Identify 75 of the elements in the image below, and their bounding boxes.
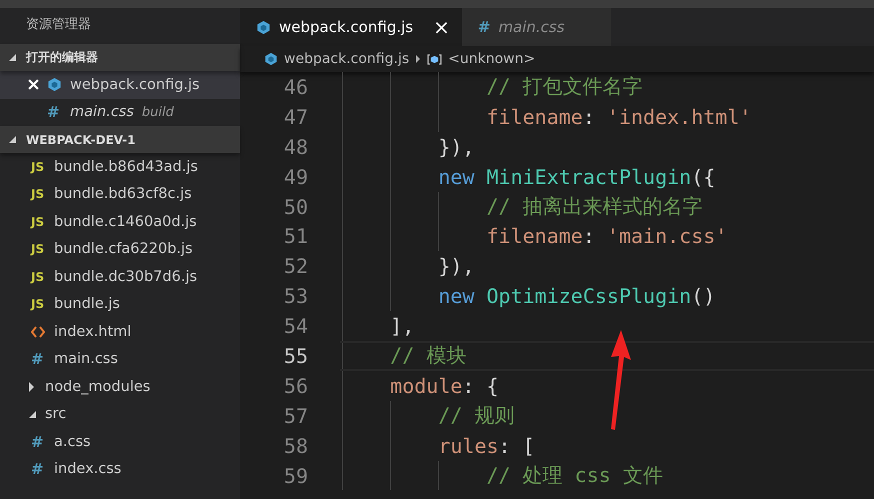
code-line: }),	[437, 134, 474, 159]
hash-icon: #	[31, 350, 44, 368]
breadcrumb-item[interactable]: webpack.config.js	[284, 51, 410, 67]
line-number: 50	[282, 194, 308, 218]
code-line: // 规则	[437, 402, 514, 430]
code-line: // 抽离出来样式的名字	[485, 193, 703, 220]
angle-brackets-icon	[31, 326, 45, 338]
cube-icon	[47, 77, 62, 92]
symbol-icon	[427, 54, 442, 64]
line-number: 46	[282, 74, 308, 99]
file-item[interactable]: JS bundle.cfa6220b.js	[0, 236, 240, 263]
code-line: filename: 'index.html'	[485, 104, 752, 129]
folder-item[interactable]: src	[0, 400, 240, 428]
file-description: build	[142, 104, 174, 120]
line-number: 53	[282, 284, 308, 308]
file-item[interactable]: # index.css	[0, 456, 240, 483]
editor-tab[interactable]: # main.css	[462, 8, 611, 46]
js-icon: JS	[31, 297, 44, 312]
code-line: rules: [	[437, 434, 535, 458]
chevron-icon	[415, 54, 422, 64]
line-number: 48	[282, 134, 308, 159]
code-line: module: {	[389, 374, 499, 398]
hash-icon: #	[47, 103, 62, 122]
line-number: 58	[282, 434, 308, 458]
tab-label: main.css	[498, 18, 565, 36]
line-number: 56	[282, 374, 308, 398]
line-number: 57	[282, 404, 308, 428]
file-item[interactable]: JS bundle.dc30b7d6.js	[0, 263, 240, 290]
code-line: filename: 'main.css'	[485, 224, 728, 248]
line-number: 54	[282, 314, 308, 338]
code-line: new MiniExtractPlugin({	[437, 164, 716, 189]
js-icon: JS	[31, 242, 44, 256]
code-line: // 处理 css 文件	[485, 462, 663, 490]
file-item[interactable]: # main.css	[0, 346, 240, 373]
file-name: main.css	[70, 104, 134, 120]
section-header[interactable]: 打开的编辑器	[0, 44, 240, 71]
file-item[interactable]: # a.css	[0, 428, 240, 456]
cube-icon	[256, 20, 271, 34]
open-editor-item[interactable]: # main.css build	[0, 98, 240, 126]
close-icon[interactable]	[28, 79, 39, 90]
tab-label: webpack.config.js	[279, 18, 414, 36]
hash-icon: #	[31, 432, 44, 451]
hash-icon: #	[478, 18, 490, 36]
sidebar-title: 资源管理器	[25, 16, 92, 34]
line-number: 52	[282, 254, 308, 278]
line-number: 49	[282, 164, 308, 189]
file-item[interactable]: JS bundle.c1460a0d.js	[0, 208, 240, 236]
js-icon: JS	[31, 160, 44, 174]
cube-icon	[264, 52, 278, 66]
code-line: ],	[389, 314, 414, 338]
editor-tab[interactable]: webpack.config.js ×	[240, 8, 462, 46]
js-icon: JS	[31, 187, 44, 202]
code-line: // 模块	[389, 342, 466, 370]
breadcrumb-item[interactable]: <unknown>	[448, 51, 536, 67]
line-number: 47	[282, 104, 308, 129]
section-header[interactable]: WEBPACK-DEV-1	[0, 126, 240, 153]
close-icon[interactable]: ×	[433, 15, 450, 39]
js-icon: JS	[31, 214, 44, 229]
hash-icon: #	[31, 460, 44, 478]
file-item[interactable]: JS bundle.b86d43ad.js	[0, 153, 240, 180]
line-number: 59	[282, 464, 308, 488]
code-line: new OptimizeCssPlugin()	[437, 284, 716, 308]
code-line: // 打包文件名字	[485, 73, 643, 100]
file-item[interactable]: JS bundle.js	[0, 290, 240, 318]
code-line: }),	[437, 254, 474, 278]
file-item[interactable]: index.html	[0, 318, 240, 346]
open-editor-item[interactable]: webpack.config.js	[0, 71, 240, 98]
file-item[interactable]: JS bundle.bd63cf8c.js	[0, 180, 240, 208]
js-icon: JS	[31, 270, 44, 284]
line-number: 51	[282, 224, 308, 248]
folder-item[interactable]: node_modules	[0, 373, 240, 400]
collapsed-caret-icon[interactable]	[29, 382, 34, 392]
line-number: 55	[282, 344, 308, 368]
expanded-caret-icon[interactable]	[29, 410, 36, 418]
file-name: webpack.config.js	[70, 76, 200, 93]
